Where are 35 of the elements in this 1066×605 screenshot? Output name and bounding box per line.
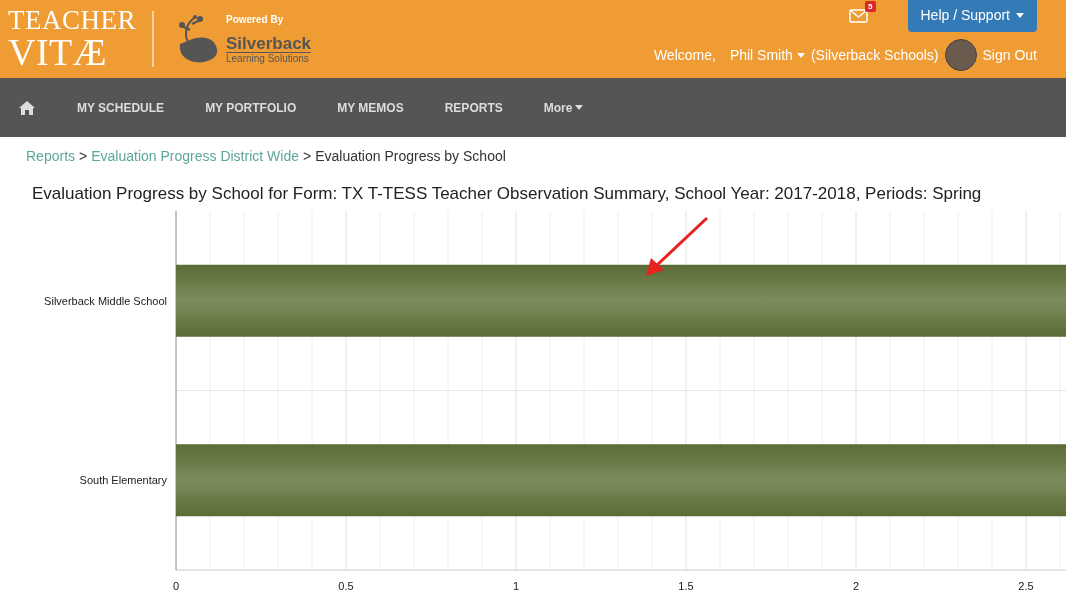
- nav-link[interactable]: REPORTS: [444, 100, 503, 115]
- logo-text: TEACHER: [8, 8, 136, 34]
- organization-text: (Silverback Schools): [810, 47, 939, 63]
- breadcrumb-separator: >: [302, 148, 312, 164]
- breadcrumb-link[interactable]: Reports: [26, 148, 76, 164]
- category-label: Silverback Middle School: [44, 294, 167, 307]
- partner-name: Silverback: [226, 34, 312, 54]
- category-label: South Elementary: [79, 474, 167, 487]
- caret-icon: [796, 52, 805, 58]
- mail-icon[interactable]: [848, 9, 868, 23]
- home-icon[interactable]: [18, 99, 36, 116]
- powered-by-text: Powered By: [226, 13, 285, 25]
- nav-link[interactable]: MY MEMOS: [337, 100, 404, 115]
- welcome-text: Welcome,: [653, 47, 716, 63]
- breadcrumb-separator: >: [79, 148, 88, 164]
- current-page-text: Evaluation Progress by School: [315, 148, 506, 164]
- help-support-button[interactable]: Help / Support: [907, 0, 1037, 32]
- axis-tick-label: 1: [512, 580, 520, 592]
- breadcrumb-link[interactable]: Evaluation Progress District Wide: [91, 148, 299, 164]
- notification-badge: 5: [865, 1, 876, 12]
- nav-link[interactable]: MY PORTFOLIO: [205, 100, 297, 115]
- caret-icon: [1016, 12, 1024, 18]
- logo-text: VITÆ: [8, 33, 109, 70]
- axis-tick-label: 0: [172, 580, 180, 592]
- caret-icon: [575, 105, 584, 110]
- axis-tick-label: 2.5: [1018, 580, 1034, 592]
- nav-dropdown[interactable]: More: [543, 100, 584, 115]
- nav-link[interactable]: MY SCHEDULE: [77, 100, 165, 115]
- chart-title: Evaluation Progress by School for Form: TX T-TESS Teacher Observation Summary, School Year: 2017-2018, Periods: Spring: [32, 184, 983, 204]
- partner-tagline: Learning Solutions: [226, 53, 310, 65]
- axis-tick-label: 0.5: [338, 580, 354, 592]
- axis-tick-label: 1.5: [678, 580, 694, 592]
- arrow-annotation: [646, 216, 709, 276]
- avatar: [944, 39, 977, 71]
- axis-tick-label: 2: [852, 580, 860, 592]
